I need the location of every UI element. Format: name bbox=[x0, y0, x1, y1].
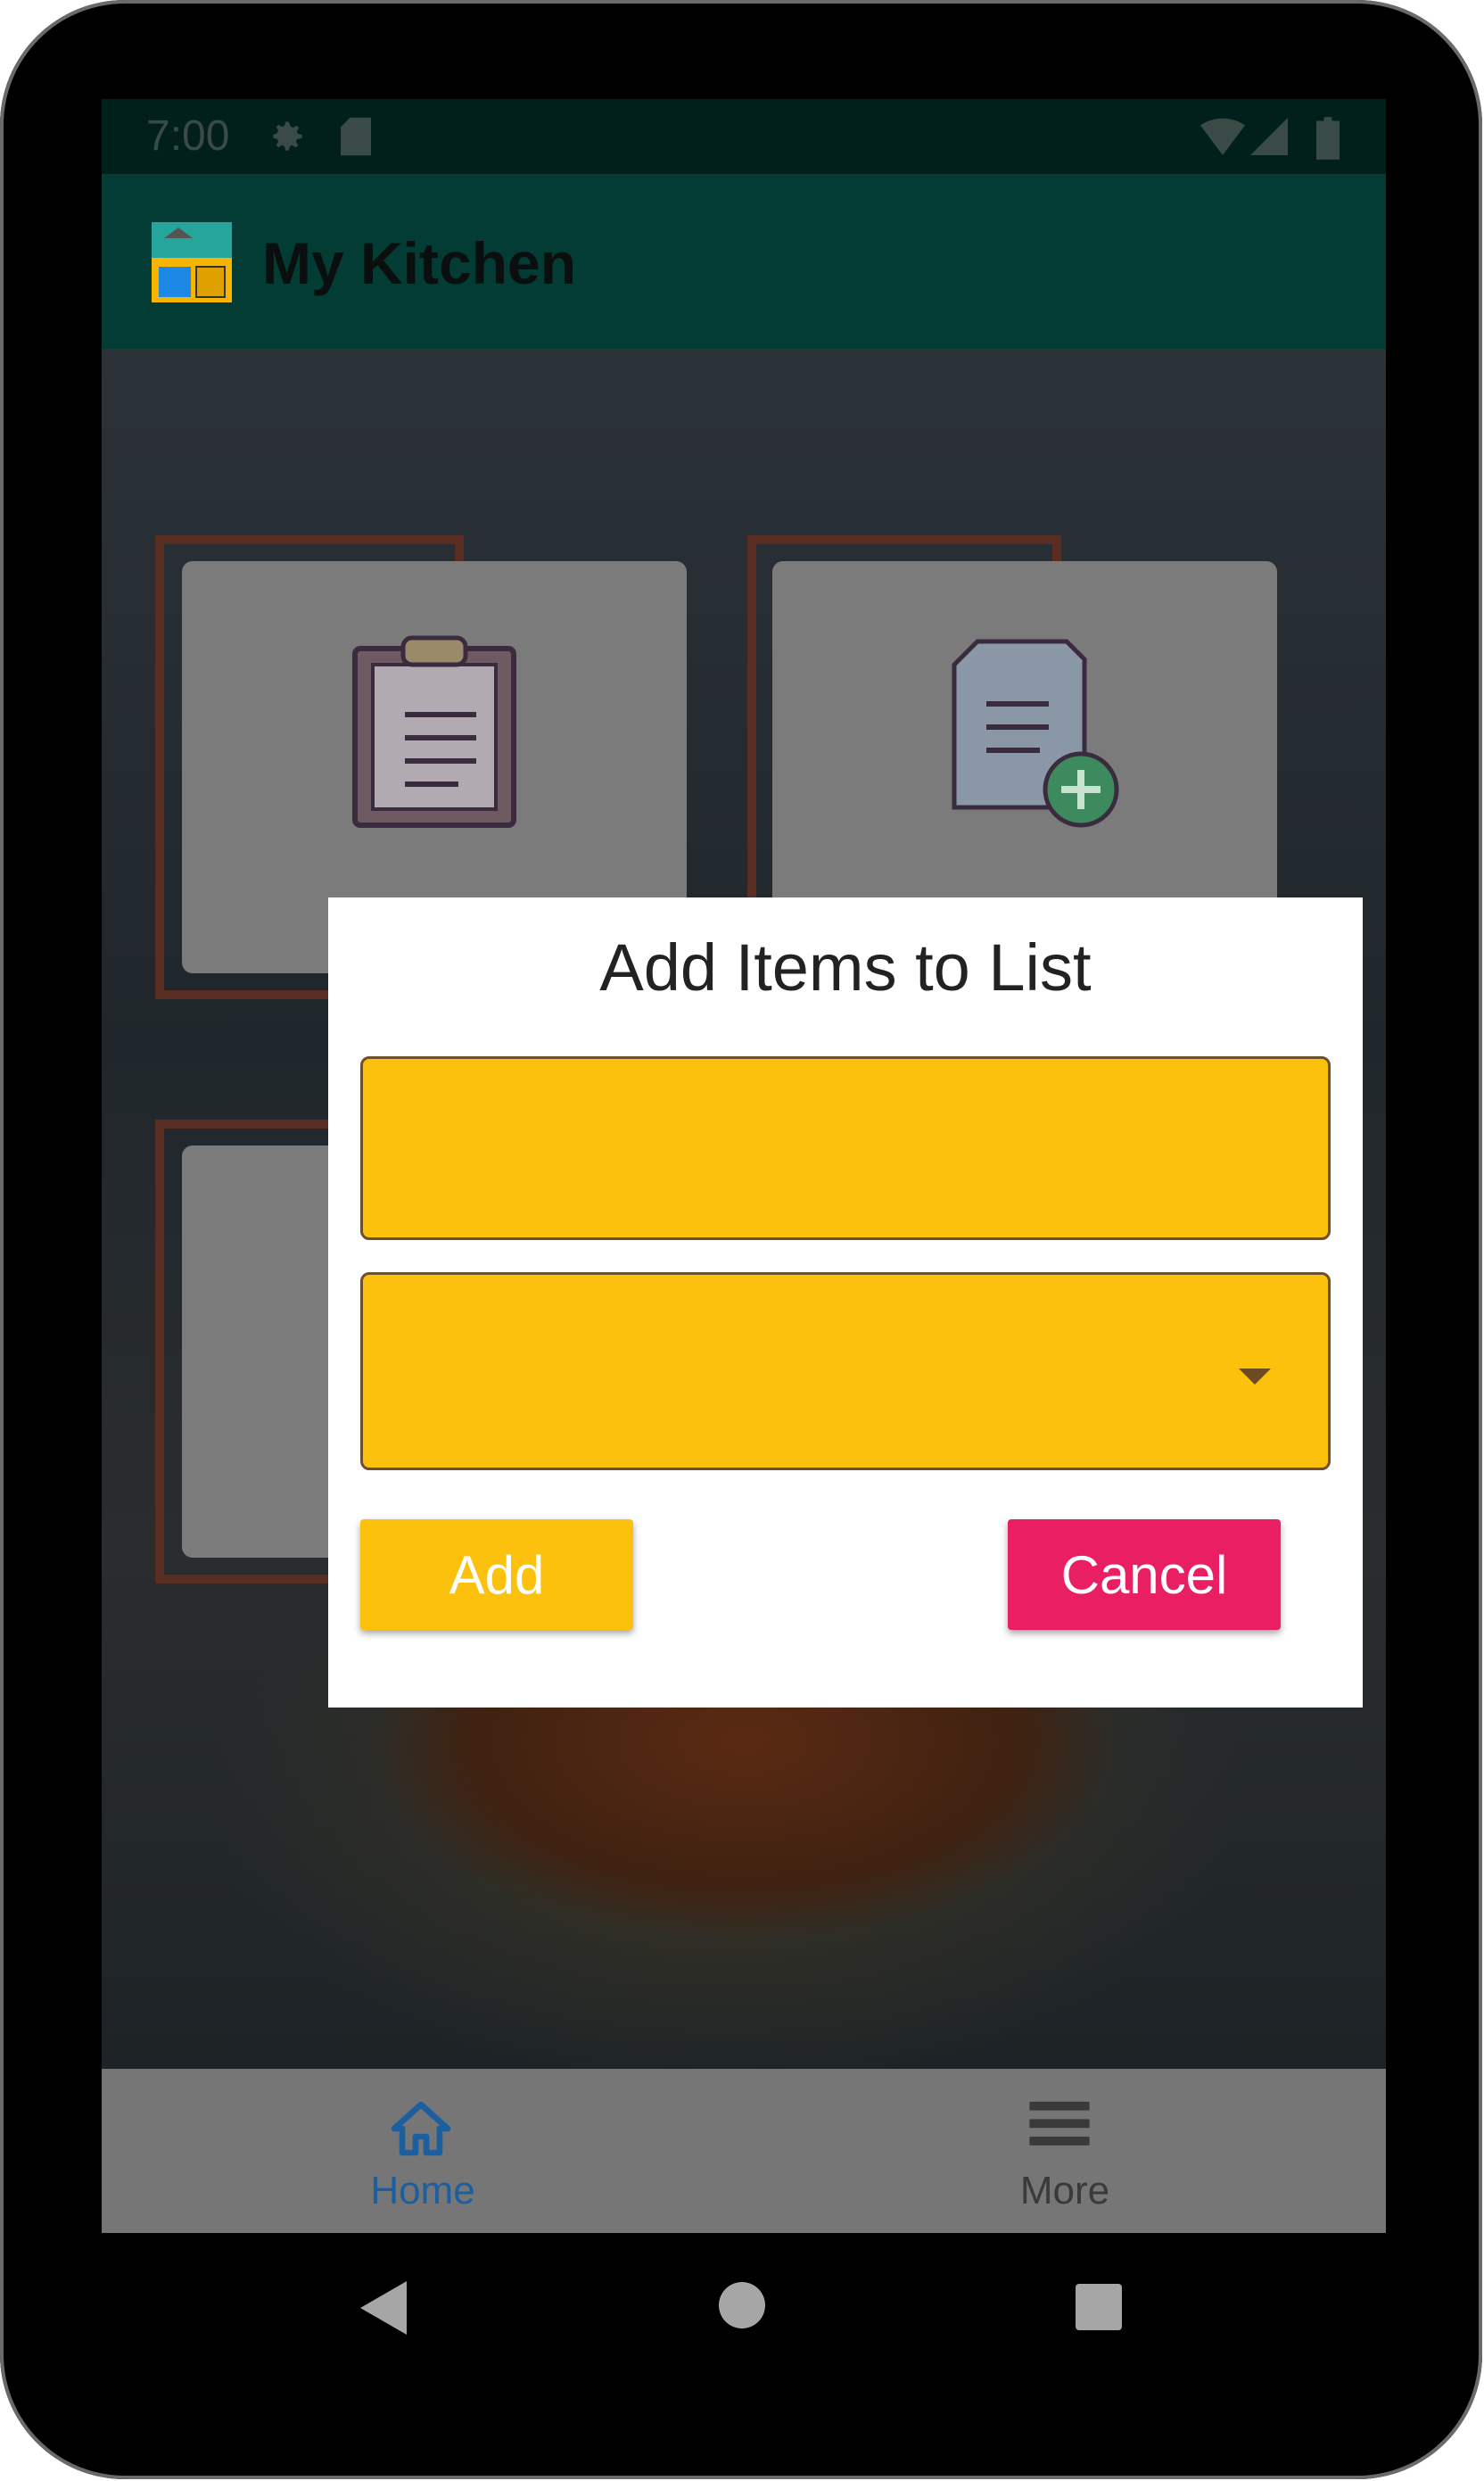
home-circle-icon[interactable] bbox=[719, 2282, 765, 2328]
nav-item-more[interactable]: More bbox=[744, 2069, 1386, 2233]
app-bar: My Kitchen bbox=[102, 174, 1386, 349]
add-button[interactable]: Add bbox=[360, 1519, 633, 1630]
signal-icon bbox=[1250, 118, 1288, 155]
add-list-icon bbox=[952, 639, 1119, 828]
nav-label-more: More bbox=[1019, 2169, 1110, 2212]
recent-apps-icon[interactable] bbox=[1076, 2284, 1122, 2330]
status-time: 7:00 bbox=[146, 112, 230, 160]
screen: 7:00 My Kitchen Home More Add Items to L… bbox=[102, 99, 1386, 2233]
dialog-title: Add Items to List bbox=[599, 930, 1092, 1005]
gear-icon bbox=[273, 121, 302, 151]
nav-label-home: Home bbox=[370, 2169, 475, 2212]
wifi-icon bbox=[1200, 118, 1245, 155]
cancel-button[interactable]: Cancel bbox=[1008, 1519, 1281, 1630]
item-input-field[interactable] bbox=[360, 1056, 1331, 1240]
category-select[interactable] bbox=[360, 1272, 1331, 1470]
app-title: My Kitchen bbox=[262, 230, 577, 296]
bottom-navigation: Home More bbox=[102, 2069, 1386, 2233]
kitchen-cabinet-logo bbox=[152, 222, 232, 302]
tablet-frame: 7:00 My Kitchen Home More Add Items to L… bbox=[0, 0, 1482, 2479]
back-icon[interactable] bbox=[360, 2281, 407, 2335]
sd-card-icon bbox=[341, 117, 371, 156]
clipboard-checklist-icon bbox=[352, 635, 516, 828]
add-items-dialog: Add Items to List Add Cancel bbox=[328, 897, 1363, 1708]
nav-item-home[interactable]: Home bbox=[102, 2069, 744, 2233]
home-icon bbox=[391, 2101, 451, 2156]
chevron-down-icon bbox=[1239, 1369, 1271, 1385]
item-input[interactable] bbox=[363, 1059, 1328, 1237]
menu-icon bbox=[1029, 2101, 1090, 2146]
status-bar: 7:00 bbox=[102, 99, 1386, 174]
battery-icon bbox=[1316, 117, 1340, 160]
